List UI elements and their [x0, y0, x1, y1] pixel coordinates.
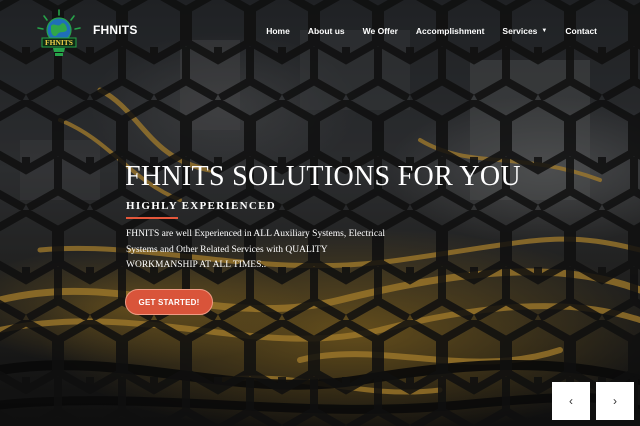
- brand-name[interactable]: FHNITS: [93, 23, 138, 37]
- nav-item-label: Accomplishment: [415, 26, 485, 36]
- caret-down-icon: ▼: [541, 28, 548, 34]
- logo-text: FHNITS: [45, 38, 73, 47]
- navbar: FHNITS FHNITS Home About us We Offer Acc…: [0, 0, 640, 64]
- nav-item-contact[interactable]: Contact: [556, 26, 606, 36]
- nav-item-we-offer[interactable]: We Offer: [354, 26, 407, 36]
- nav-item-home[interactable]: Home: [257, 26, 299, 36]
- nav-item-label: Contact: [565, 26, 597, 36]
- carousel-prev-button[interactable]: ‹: [552, 382, 590, 420]
- nav-menu: Home About us We Offer Accomplishment Se…: [257, 26, 606, 36]
- nav-item-about-us[interactable]: About us: [299, 26, 354, 36]
- nav-item-accomplishment[interactable]: Accomplishment: [407, 26, 494, 36]
- chevron-left-icon: ‹: [569, 394, 573, 408]
- hero-subtitle: HIGHLY EXPERIENCED: [126, 200, 277, 212]
- nav-item-label: About us: [307, 26, 345, 36]
- nav-item-label: Services: [502, 26, 538, 36]
- hero-description: FHNITS are well Experienced in ALL Auxil…: [126, 229, 385, 270]
- carousel-next-button[interactable]: ›: [596, 382, 634, 420]
- nav-item-label: Home: [266, 26, 290, 36]
- hero-divider: [126, 217, 178, 219]
- lightbulb-globe-logo-icon: FHNITS: [37, 9, 81, 56]
- chevron-right-icon: ›: [613, 394, 617, 408]
- get-started-button[interactable]: GET STARTED!: [125, 289, 213, 315]
- brand-logo[interactable]: FHNITS: [34, 8, 84, 58]
- nav-item-services[interactable]: Services ▼: [493, 26, 556, 36]
- nav-item-label: We Offer: [362, 26, 398, 36]
- hero-title: FHNITS SOLUTIONS FOR YOU: [125, 161, 521, 192]
